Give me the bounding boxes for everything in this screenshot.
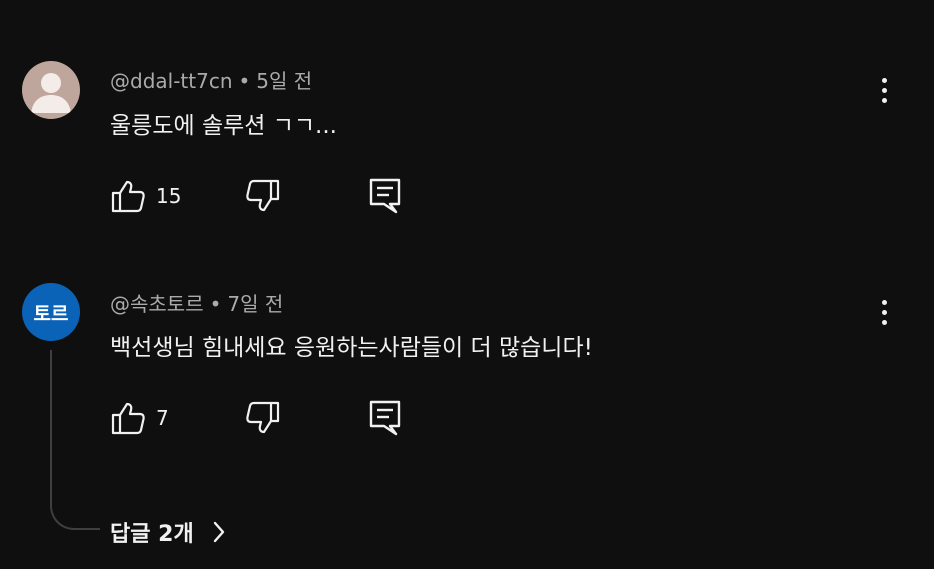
comment-meta: @ddal-tt7cn • 5일 전	[110, 65, 312, 94]
more-options-button[interactable]	[868, 70, 900, 110]
like-button[interactable]: 7	[110, 398, 169, 438]
more-vertical-icon	[881, 319, 887, 325]
like-count: 15	[156, 184, 182, 208]
chevron-right-icon	[212, 520, 226, 544]
thumbs-up-icon	[111, 180, 145, 213]
comment-actions: 15	[110, 176, 430, 216]
comment-icon	[369, 400, 401, 436]
comment-time[interactable]: 5일 전	[256, 69, 312, 93]
more-vertical-icon	[881, 87, 887, 93]
dislike-button[interactable]	[245, 398, 281, 438]
view-replies-button[interactable]: 답글 2개	[110, 512, 226, 552]
meta-separator: •	[238, 69, 251, 93]
dislike-button[interactable]	[245, 176, 281, 216]
comment-time[interactable]: 7일 전	[227, 292, 283, 316]
default-avatar-icon	[31, 73, 71, 113]
comment-actions: 7	[110, 398, 430, 438]
reply-button[interactable]	[368, 398, 402, 438]
comment-meta: @속초토르 • 7일 전	[110, 288, 283, 317]
comment-icon	[369, 178, 401, 214]
avatar[interactable]	[22, 61, 80, 119]
thumbs-down-icon	[246, 179, 280, 212]
comment-text: 백선생님 힘내세요 응원하는사람들이 더 많습니다!	[110, 335, 593, 361]
replies-label: 답글 2개	[110, 522, 194, 547]
more-vertical-icon	[881, 77, 887, 83]
comment-text: 울릉도에 솔루션 ㄱㄱ...	[110, 113, 337, 139]
like-count: 7	[156, 406, 169, 430]
more-vertical-icon	[881, 299, 887, 305]
more-vertical-icon	[881, 309, 887, 315]
avatar-text: 토르	[33, 302, 69, 325]
comment-author[interactable]: @속초토르	[110, 292, 204, 316]
thumbs-down-icon	[246, 401, 280, 434]
avatar[interactable]: 토르	[22, 283, 80, 341]
thumbs-up-icon	[111, 402, 145, 435]
more-vertical-icon	[881, 97, 887, 103]
meta-separator: •	[209, 292, 222, 316]
like-button[interactable]: 15	[110, 176, 181, 216]
thread-connector-line	[50, 350, 100, 530]
comment-author[interactable]: @ddal-tt7cn	[110, 69, 233, 93]
reply-button[interactable]	[368, 176, 402, 216]
more-options-button[interactable]	[868, 292, 900, 332]
